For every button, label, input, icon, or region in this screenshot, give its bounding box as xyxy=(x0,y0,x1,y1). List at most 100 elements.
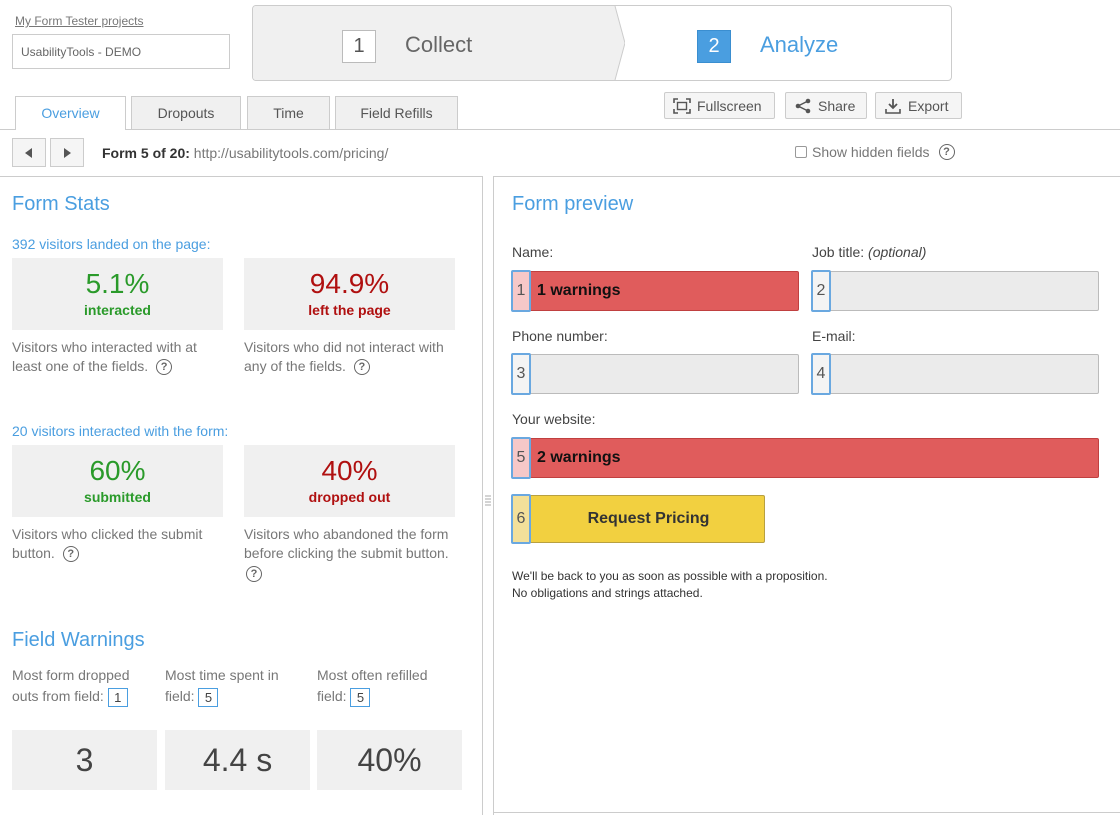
request-pricing-button[interactable]: 6 Request Pricing xyxy=(511,494,765,544)
form-indicator: Form 5 of 20: http://usabilitytools.com/… xyxy=(102,145,388,161)
preview-bottom-border xyxy=(494,812,1120,813)
dropped-out-stat: 40% dropped out xyxy=(244,445,455,517)
step-wizard: 1 Collect 2 Analyze xyxy=(252,5,952,81)
phone-field[interactable]: 3 xyxy=(511,353,799,395)
note-line: We'll be back to you as soon as possible… xyxy=(512,569,828,583)
step-arrow-icon xyxy=(605,6,625,80)
projects-link[interactable]: My Form Tester projects xyxy=(15,14,143,28)
form-stats-title: Form Stats xyxy=(12,193,110,215)
job-title-field[interactable]: 2 xyxy=(811,270,1099,312)
description-text: Visitors who abandoned the form before c… xyxy=(244,526,449,561)
help-icon[interactable]: ? xyxy=(938,144,955,160)
dropouts-value: 3 xyxy=(12,730,157,790)
tab-time[interactable]: Time xyxy=(247,96,330,129)
step-number: 1 xyxy=(342,30,376,63)
form-note: We'll be back to you as soon as possible… xyxy=(512,568,828,602)
field-number-badge[interactable]: 5 xyxy=(350,687,371,707)
note-line: No obligations and strings attached. xyxy=(512,586,703,600)
share-icon xyxy=(795,98,811,113)
form-preview-title: Form preview xyxy=(512,193,634,215)
submit-label: Request Pricing xyxy=(587,510,710,527)
time-spent-value: 4.4 s xyxy=(165,730,310,790)
job-title-label-text: Job title: xyxy=(812,244,865,260)
show-hidden-fields[interactable]: Show hidden fields ? xyxy=(795,144,955,160)
export-label: Export xyxy=(908,97,949,114)
field-warning-text: 2 warnings xyxy=(537,449,621,466)
stat-label: submitted xyxy=(84,489,151,505)
interacted-stat: 5.1% interacted xyxy=(12,258,223,330)
field-number: 3 xyxy=(511,353,531,395)
interacted-description: Visitors who interacted with at least on… xyxy=(12,338,212,376)
phone-label: Phone number: xyxy=(512,328,608,344)
field-warning-text: 1 warnings xyxy=(537,282,621,299)
step-collect[interactable]: 1 Collect xyxy=(253,6,615,80)
left-page-stat: 94.9% left the page xyxy=(244,258,455,330)
form-interacted-visitors: 20 visitors interacted with the form: xyxy=(12,423,229,439)
submitted-stat: 60% submitted xyxy=(12,445,223,517)
export-button[interactable]: Export xyxy=(875,92,962,119)
field-number-badge[interactable]: 1 xyxy=(107,687,128,707)
tab-field-refills[interactable]: Field Refills xyxy=(335,96,458,129)
website-field[interactable]: 5 2 warnings xyxy=(511,437,1099,479)
description-text: Visitors who did not interact with any o… xyxy=(244,339,444,374)
show-hidden-label: Show hidden fields xyxy=(812,144,930,160)
job-title-label: Job title: (optional) xyxy=(812,244,926,260)
most-dropouts-label: Most form dropped outs from field: 1 xyxy=(12,665,147,707)
form-url: http://usabilitytools.com/pricing/ xyxy=(193,145,389,161)
email-label: E-mail: xyxy=(812,328,856,344)
submitted-description: Visitors who clicked the submit button. … xyxy=(12,525,217,563)
left-page-description: Visitors who did not interact with any o… xyxy=(244,338,459,376)
form-counter: Form 5 of 20: xyxy=(102,145,190,161)
warning-label-text: Most time spent in field: xyxy=(165,667,279,704)
field-warnings-title: Field Warnings xyxy=(12,629,145,651)
stat-label: left the page xyxy=(308,302,391,318)
field-number: 5 xyxy=(511,437,531,479)
help-icon[interactable]: ? xyxy=(246,566,262,583)
grip-icon xyxy=(485,495,491,506)
stat-label: dropped out xyxy=(308,489,391,505)
step-label: Analyze xyxy=(760,32,839,57)
nav-divider xyxy=(0,176,1120,177)
fullscreen-icon xyxy=(673,97,691,114)
optional-hint: (optional) xyxy=(868,244,927,260)
stat-label: interacted xyxy=(84,302,151,318)
help-icon[interactable]: ? xyxy=(353,359,370,376)
share-button[interactable]: Share xyxy=(785,92,867,119)
step-label: Collect xyxy=(405,32,473,57)
tab-dropouts[interactable]: Dropouts xyxy=(131,96,241,129)
most-refilled-label: Most often refilled field: 5 xyxy=(317,665,447,707)
stat-value: 60% xyxy=(89,455,146,486)
name-label: Name: xyxy=(512,244,554,260)
field-number: 4 xyxy=(811,353,831,395)
triangle-right-icon xyxy=(64,147,71,158)
most-time-label: Most time spent in field: 5 xyxy=(165,665,295,707)
triangle-left-icon xyxy=(25,147,32,158)
stat-value: 94.9% xyxy=(309,268,390,299)
warning-label-text: Most often refilled field: xyxy=(317,667,428,704)
next-form-button[interactable] xyxy=(50,138,84,167)
stat-value: 40% xyxy=(321,455,378,486)
step-number: 2 xyxy=(697,30,731,63)
field-number-badge[interactable]: 5 xyxy=(198,687,219,707)
field-number: 1 xyxy=(511,270,531,312)
description-text: Visitors who clicked the submit button. xyxy=(12,526,203,561)
landed-visitors: 392 visitors landed on the page: xyxy=(12,236,211,252)
download-icon xyxy=(885,98,901,114)
prev-form-button[interactable] xyxy=(12,138,46,167)
stat-value: 5.1% xyxy=(85,268,150,299)
name-field[interactable]: 1 1 warnings xyxy=(511,270,799,312)
show-hidden-checkbox[interactable] xyxy=(795,146,807,158)
dropped-out-description: Visitors who abandoned the form before c… xyxy=(244,525,462,583)
fullscreen-button[interactable]: Fullscreen xyxy=(664,92,775,119)
tab-overview[interactable]: Overview xyxy=(15,96,126,130)
help-icon[interactable]: ? xyxy=(156,359,173,376)
help-icon[interactable]: ? xyxy=(62,546,79,563)
project-select[interactable]: UsabilityTools - DEMO xyxy=(12,34,230,69)
website-label: Your website: xyxy=(512,411,596,427)
tabs-divider xyxy=(0,129,1120,130)
email-field[interactable]: 4 xyxy=(811,353,1099,395)
refill-value: 40% xyxy=(317,730,462,790)
panel-splitter[interactable] xyxy=(482,176,494,815)
fullscreen-label: Fullscreen xyxy=(697,97,762,114)
share-label: Share xyxy=(818,97,856,114)
